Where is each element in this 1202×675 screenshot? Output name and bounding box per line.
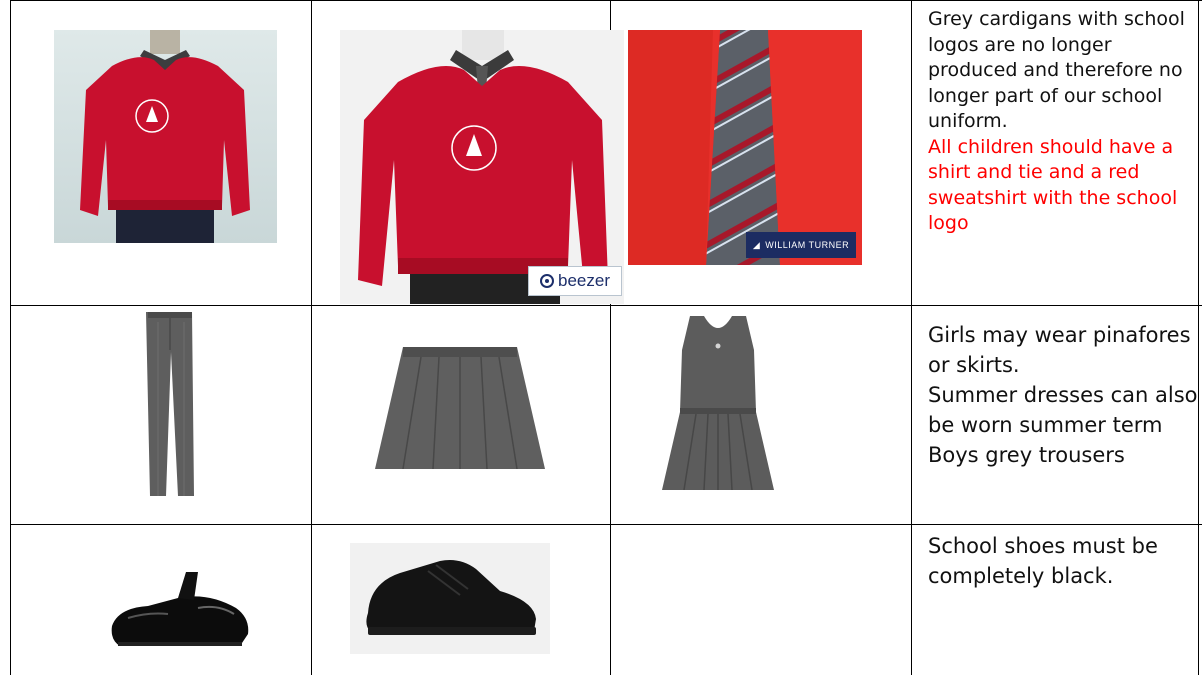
- table-border-top: [10, 0, 1202, 1]
- grey-pinafore-icon: [656, 316, 780, 490]
- row1-notes: Grey cardigans with school logos are no …: [928, 7, 1198, 237]
- table-row-divider: [10, 524, 1202, 525]
- william-turner-text: WILLIAM TURNER: [765, 240, 850, 250]
- row3-notes: School shoes must be completely black.: [928, 531, 1198, 591]
- table-col-divider: [311, 0, 312, 675]
- table-col-divider: [911, 0, 912, 675]
- girls-note: Girls may wear pinafores or skirts.: [928, 323, 1191, 377]
- row2-notes: Girls may wear pinafores or skirts. Summ…: [928, 320, 1198, 470]
- striped-tie-icon: [628, 30, 862, 265]
- shoes-note: School shoes must be completely black.: [928, 534, 1158, 588]
- grey-trousers-icon: [140, 312, 200, 496]
- black-trainer-shoe-icon: [350, 543, 550, 654]
- grey-skirt-icon: [373, 347, 547, 469]
- william-turner-brand-label: ◢ WILLIAM TURNER: [746, 232, 856, 258]
- black-patent-shoe-icon: [108, 568, 252, 650]
- cardigan-note: Grey cardigans with school logos are no …: [928, 8, 1185, 132]
- red-sweatshirt-beezer-icon: [340, 30, 624, 304]
- william-turner-logo-icon: ◢: [752, 239, 761, 250]
- red-sweatshirt-crew-icon: [54, 30, 277, 243]
- beezer-logo-icon: [540, 274, 554, 288]
- table-border-right: [1198, 0, 1199, 675]
- beezer-brand-label: beezer: [528, 266, 622, 296]
- table-border-left: [10, 0, 11, 675]
- table-row-divider: [10, 305, 1202, 306]
- boys-note: Boys grey trousers: [928, 443, 1125, 467]
- required-items-note: All children should have a shirt and tie…: [928, 135, 1178, 235]
- beezer-text: beezer: [558, 271, 610, 290]
- summer-dresses-note: Summer dresses can also be worn summer t…: [928, 383, 1198, 437]
